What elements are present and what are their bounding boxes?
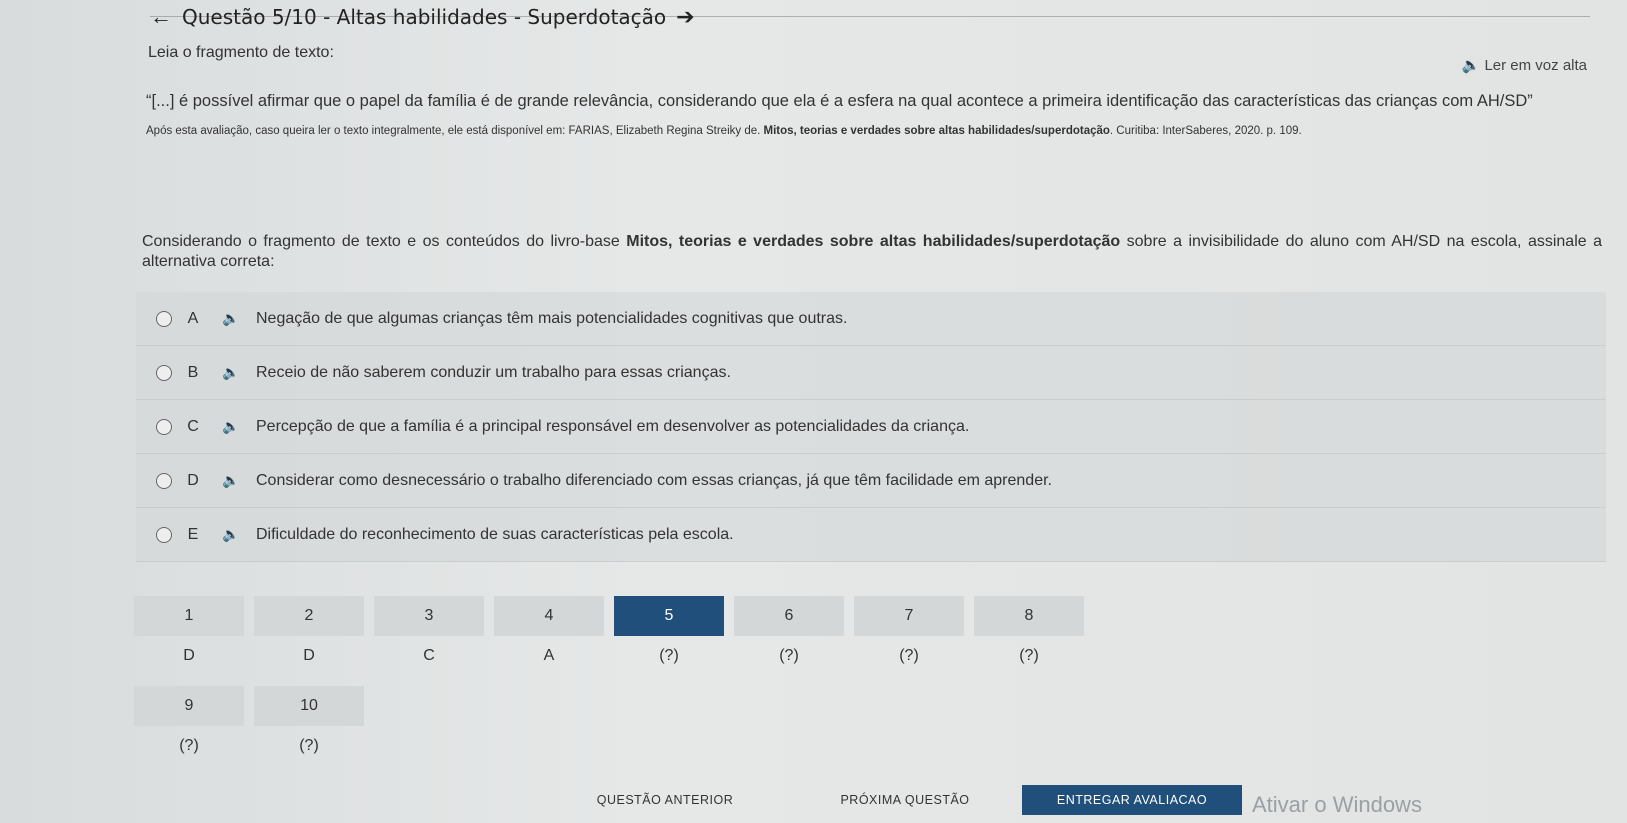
nav-answer: D (183, 647, 195, 664)
nav-answer: (?) (899, 647, 919, 664)
nav-answer: C (423, 647, 435, 664)
nav-number[interactable]: 6 (734, 596, 844, 636)
nav-question-3[interactable]: 3 C (374, 596, 484, 680)
nav-question-9[interactable]: 9 (?) (134, 686, 244, 770)
nav-answer: (?) (1019, 647, 1039, 664)
radio-button[interactable] (156, 526, 172, 543)
answer-options: A 🔈 Negação de que algumas crianças têm … (136, 292, 1606, 562)
nav-number-current[interactable]: 5 (614, 596, 724, 636)
read-fragment-label: Leia o fragmento de texto: (148, 44, 334, 61)
previous-question-button[interactable]: QUESTÃO ANTERIOR (570, 785, 760, 815)
question-header: ← Questão 5/10 - Altas habilidades - Sup… (150, 4, 695, 30)
option-b[interactable]: B 🔈 Receio de não saberem conduzir um tr… (136, 346, 1606, 400)
speaker-icon[interactable]: 🔈 (214, 526, 248, 543)
nav-number[interactable]: 8 (974, 596, 1084, 636)
forward-arrow-icon[interactable]: ➔ (676, 4, 694, 30)
next-question-button[interactable]: PRÓXIMA QUESTÃO (800, 785, 1010, 815)
question-text: Considerando o fragmento de texto e os c… (142, 233, 1602, 270)
nav-question-7[interactable]: 7 (?) (854, 596, 964, 680)
windows-activation-watermark: Ativar o Windows (1252, 792, 1422, 817)
option-text: Negação de que algumas crianças têm mais… (256, 309, 848, 327)
option-text: Receio de não saberem conduzir um trabal… (256, 363, 731, 381)
back-arrow-icon[interactable]: ← (150, 4, 172, 30)
nav-number[interactable]: 1 (134, 596, 244, 636)
option-text: Percepção de que a família é a principal… (256, 417, 970, 435)
option-letter: B (187, 363, 199, 381)
text-fragment: “[...] é possível afirmar que o papel da… (146, 92, 1533, 110)
radio-button[interactable] (156, 472, 172, 489)
nav-number[interactable]: 10 (254, 686, 364, 726)
nav-number[interactable]: 4 (494, 596, 604, 636)
nav-question-1[interactable]: 1 D (134, 596, 244, 680)
option-letter: D (187, 471, 199, 489)
option-text: Dificuldade do reconhecimento de suas ca… (256, 525, 734, 543)
nav-answer: (?) (659, 647, 679, 664)
radio-button[interactable] (156, 310, 172, 327)
option-e[interactable]: E 🔈 Dificuldade do reconhecimento de sua… (136, 508, 1606, 562)
submit-evaluation-button[interactable]: ENTREGAR AVALIACAO (1022, 785, 1242, 815)
speaker-icon[interactable]: 🔈 (214, 364, 248, 381)
option-d[interactable]: D 🔈 Considerar como desnecessário o trab… (136, 454, 1606, 508)
option-text: Considerar como desnecessário o trabalho… (256, 471, 1052, 489)
nav-answer: (?) (179, 737, 199, 754)
nav-number[interactable]: 2 (254, 596, 364, 636)
nav-answer: (?) (779, 647, 799, 664)
nav-question-4[interactable]: 4 A (494, 596, 604, 680)
speaker-icon: 🔈 (1461, 57, 1481, 74)
nav-question-2[interactable]: 2 D (254, 596, 364, 680)
nav-number[interactable]: 9 (134, 686, 244, 726)
nav-answer: (?) (299, 737, 319, 754)
radio-button[interactable] (156, 418, 172, 435)
page-title: Questão 5/10 - Altas habilidades - Super… (182, 5, 667, 29)
speaker-icon[interactable]: 🔈 (214, 310, 248, 327)
speaker-icon[interactable]: 🔈 (214, 472, 248, 489)
nav-question-10[interactable]: 10 (?) (254, 686, 364, 770)
nav-number[interactable]: 7 (854, 596, 964, 636)
option-a[interactable]: A 🔈 Negação de que algumas crianças têm … (136, 292, 1606, 346)
nav-question-6[interactable]: 6 (?) (734, 596, 844, 680)
nav-answer: D (303, 647, 315, 664)
speaker-icon[interactable]: 🔈 (214, 418, 248, 435)
radio-button[interactable] (156, 364, 172, 381)
option-letter: A (187, 309, 199, 327)
nav-answer: A (543, 647, 555, 664)
option-c[interactable]: C 🔈 Percepção de que a família é a princ… (136, 400, 1606, 454)
read-aloud-label: Ler em voz alta (1484, 56, 1587, 74)
option-letter: C (187, 417, 199, 435)
nav-number[interactable]: 3 (374, 596, 484, 636)
nav-question-8[interactable]: 8 (?) (974, 596, 1084, 680)
option-letter: E (187, 525, 199, 543)
nav-question-5[interactable]: 5 (?) (614, 596, 724, 680)
read-aloud-button[interactable]: 🔈 Ler em voz alta (1461, 56, 1587, 75)
reference-text: Após esta avaliação, caso queira ler o t… (146, 125, 1302, 137)
